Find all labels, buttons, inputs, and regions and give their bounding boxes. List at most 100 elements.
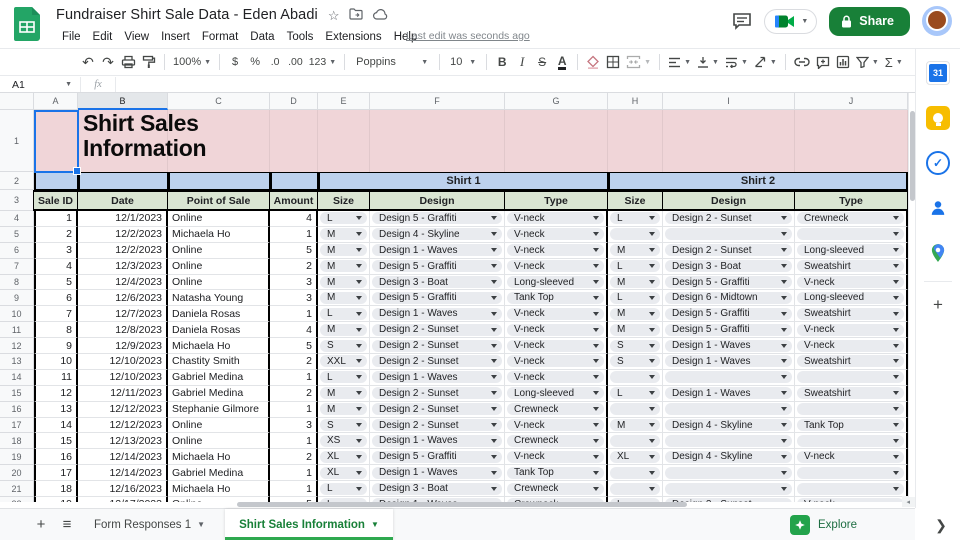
maps-icon[interactable] [926, 241, 950, 265]
cell-shirt1-design[interactable]: Design 5 - Graffiti [370, 259, 505, 275]
cell-shirt1-size[interactable]: M [318, 243, 370, 259]
font-select[interactable]: Poppins▼ [350, 51, 434, 73]
meet-icon[interactable]: ▼ [764, 9, 817, 34]
cell-shirt1-design[interactable]: Design 1 - Waves [370, 433, 505, 449]
cell-shirt2-type[interactable]: Crewneck [795, 211, 908, 227]
cell-shirt1-type[interactable]: V-neck [505, 370, 608, 386]
cell-shirt2-type[interactable]: V-neck [795, 322, 908, 338]
text-wrap-icon[interactable]: ▼ [722, 51, 751, 73]
cell-amount[interactable]: 2 [270, 449, 318, 465]
cell-date[interactable]: 12/8/2023 [78, 322, 168, 338]
cell-point-of-sale[interactable]: Michaela Ho [168, 338, 270, 354]
undo-icon[interactable]: ↶ [78, 51, 98, 73]
field-header[interactable]: Point of Sale [167, 190, 270, 211]
cell-point-of-sale[interactable]: Gabriel Medina [168, 370, 270, 386]
cell-amount[interactable]: 1 [270, 306, 318, 322]
cell-shirt2-size[interactable] [608, 433, 663, 449]
cell-date[interactable]: 12/9/2023 [78, 338, 168, 354]
filter-icon[interactable]: ▼ [853, 51, 882, 73]
cell-shirt2-type[interactable] [795, 481, 908, 497]
cell-shirt1-type[interactable]: Crewneck [505, 402, 608, 418]
cell-sale-id[interactable]: 12 [34, 386, 78, 402]
title-band[interactable]: Shirt Sales Information [78, 110, 908, 172]
cell-point-of-sale[interactable]: Gabriel Medina [168, 386, 270, 402]
cell-shirt2-type[interactable]: Tank Top [795, 418, 908, 434]
cell-point-of-sale[interactable]: Michaela Ho [168, 227, 270, 243]
row-number[interactable]: 4 [0, 211, 34, 227]
row-number[interactable]: 22 [0, 497, 34, 502]
field-header[interactable]: Amount [269, 190, 318, 211]
cell-date[interactable]: 12/10/2023 [78, 354, 168, 370]
cell-shirt2-design[interactable] [663, 402, 795, 418]
text-color-button[interactable]: A [558, 55, 567, 70]
cell-shirt1-size[interactable]: M [318, 386, 370, 402]
menu-item[interactable]: Format [196, 28, 244, 46]
cell-shirt1-type[interactable]: V-neck [505, 322, 608, 338]
cell[interactable] [168, 172, 270, 190]
cell-shirt1-type[interactable]: V-neck [505, 306, 608, 322]
cell-shirt2-type[interactable] [795, 465, 908, 481]
row-number[interactable]: 10 [0, 306, 34, 322]
cell-point-of-sale[interactable]: Michaela Ho [168, 449, 270, 465]
row-number[interactable]: 18 [0, 433, 34, 449]
cell-shirt1-design[interactable]: Design 2 - Sunset [370, 402, 505, 418]
row-number[interactable]: 7 [0, 259, 34, 275]
cell-sale-id[interactable]: 13 [34, 402, 78, 418]
cell-sale-id[interactable]: 6 [34, 290, 78, 306]
cell-shirt2-design[interactable]: Design 2 - Sunset [663, 211, 795, 227]
cell-shirt1-size[interactable]: M [318, 290, 370, 306]
italic-button[interactable]: I [512, 51, 532, 73]
column-header[interactable]: I [663, 93, 795, 110]
cell-shirt1-type[interactable]: Tank Top [505, 465, 608, 481]
cell-point-of-sale[interactable]: Daniela Rosas [168, 322, 270, 338]
cell-amount[interactable]: 2 [270, 259, 318, 275]
cell-date[interactable]: 12/4/2023 [78, 275, 168, 291]
cell-shirt2-size[interactable] [608, 402, 663, 418]
column-header[interactable]: B [78, 93, 168, 110]
menu-item[interactable]: View [118, 28, 155, 46]
text-rotation-icon[interactable]: ▼ [751, 51, 780, 73]
cell-sale-id[interactable]: 14 [34, 418, 78, 434]
cell-shirt1-size[interactable]: XL [318, 449, 370, 465]
tab-shirt-sales-information[interactable]: Shirt Sales Information▼ [225, 509, 393, 540]
field-header[interactable]: Type [794, 190, 908, 211]
column-header[interactable]: H [608, 93, 663, 110]
cell-shirt2-design[interactable]: Design 1 - Waves [663, 338, 795, 354]
cell-sale-id[interactable]: 17 [34, 465, 78, 481]
cell-amount[interactable]: 2 [270, 386, 318, 402]
cell-shirt1-type[interactable]: V-neck [505, 418, 608, 434]
cell-date[interactable]: 12/10/2023 [78, 370, 168, 386]
cell-sale-id[interactable]: 15 [34, 433, 78, 449]
row-number[interactable]: 5 [0, 227, 34, 243]
cell-shirt1-design[interactable]: Design 1 - Waves [370, 306, 505, 322]
shirt2-group-header[interactable]: Shirt 2 [608, 172, 908, 190]
cell-shirt1-size[interactable]: L [318, 211, 370, 227]
merge-cells-icon[interactable]: ▼ [623, 51, 654, 73]
add-sheet-icon[interactable]: + [28, 512, 54, 538]
sheets-logo[interactable] [14, 7, 40, 41]
cell-shirt1-type[interactable]: Crewneck [505, 433, 608, 449]
row-number[interactable]: 12 [0, 338, 34, 354]
vertical-align-icon[interactable]: ▼ [694, 51, 722, 73]
cell-shirt2-type[interactable] [795, 370, 908, 386]
decrease-decimal-button[interactable]: .0 [265, 51, 285, 73]
row-number[interactable]: 6 [0, 243, 34, 259]
cell-shirt2-design[interactable] [663, 481, 795, 497]
cell-point-of-sale[interactable]: Daniela Rosas [168, 306, 270, 322]
menu-item[interactable]: Edit [87, 28, 119, 46]
horizontal-align-icon[interactable]: ▼ [665, 51, 694, 73]
row-number[interactable]: 2 [0, 172, 34, 190]
cell-shirt2-size[interactable]: L [608, 386, 663, 402]
cell-point-of-sale[interactable]: Online [168, 433, 270, 449]
cell-sale-id[interactable]: 10 [34, 354, 78, 370]
column-header[interactable]: F [370, 93, 505, 110]
cell-point-of-sale[interactable]: Online [168, 243, 270, 259]
avatar[interactable] [922, 6, 952, 36]
cell-amount[interactable]: 2 [270, 354, 318, 370]
cell-shirt1-design[interactable]: Design 5 - Graffiti [370, 449, 505, 465]
cell-date[interactable]: 12/3/2023 [78, 259, 168, 275]
cell-shirt1-size[interactable]: L [318, 370, 370, 386]
cell-shirt2-type[interactable]: V-neck [795, 275, 908, 291]
horizontal-scroll-thumb[interactable] [237, 502, 687, 507]
keep-icon[interactable] [926, 106, 950, 130]
